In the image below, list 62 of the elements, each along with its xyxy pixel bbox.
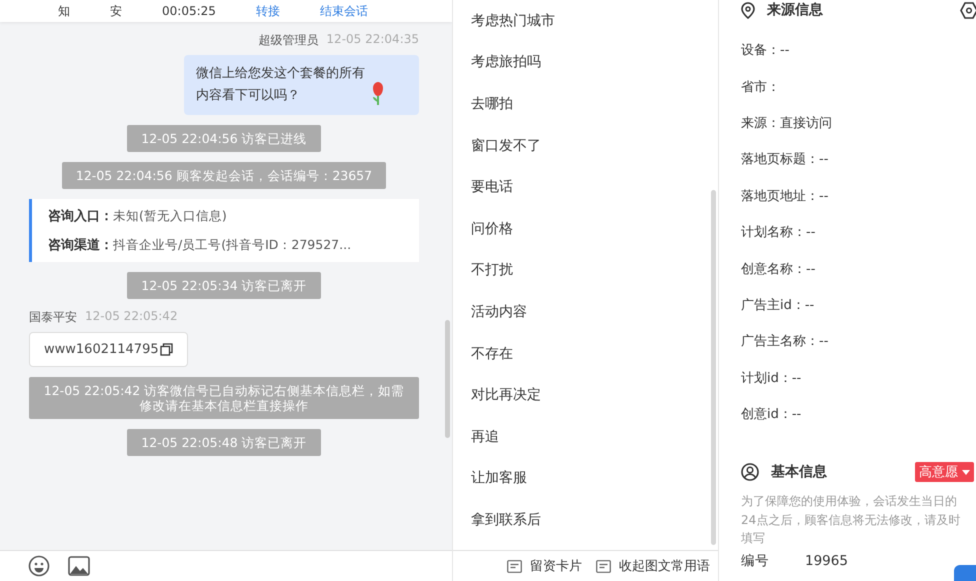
info-field-text: 来源：直接访问 (741, 114, 832, 132)
quick-reply-item[interactable]: 再追 (453, 416, 517, 458)
emoji-icon[interactable] (28, 555, 50, 577)
settings-icon[interactable] (960, 2, 976, 18)
floating-button[interactable] (954, 565, 976, 581)
sender-name: 国泰平安 (29, 309, 77, 326)
user-icon (741, 463, 759, 482)
sender-name: 超级管理员 (258, 32, 318, 49)
header-text: 00:05:25 (162, 4, 216, 18)
info-field-text: 设备：-- (741, 42, 790, 60)
location-pin-icon (741, 2, 755, 18)
caret-icon (962, 470, 970, 475)
intent-tag-dropdown[interactable]: 高意愿 (915, 462, 974, 482)
quick-reply-item[interactable]: 不打扰 (453, 250, 531, 292)
message-text: 微信上给您发这个套餐的所有内容看下可以吗？ (196, 65, 366, 105)
field-value: 19965 (805, 552, 848, 569)
quick-reply-item[interactable]: 去哪拍 (453, 83, 531, 125)
quick-reply-item[interactable]: 窗口发不了 (453, 124, 559, 166)
quick-reply-item[interactable]: 考虑热门城市 (453, 0, 573, 42)
quick-reply-item[interactable]: 考虑旅拍吗 (453, 42, 559, 84)
info-label: 咨询渠道： (48, 238, 113, 253)
header-text: 知 (58, 2, 70, 20)
system-message: 12-05 22:05:48 访客已离开 (127, 429, 321, 456)
info-field-text: 计划id：-- (741, 370, 802, 387)
info-field-text: 省市： (741, 78, 780, 96)
section-title: 基本信息 (771, 463, 827, 482)
info-value: 抖音企业号/员工号(抖音号ID：279527... (113, 237, 352, 252)
info-field-text: 广告主名称：-- (741, 333, 828, 350)
quick-reply-item[interactable]: 要电话 (453, 166, 531, 208)
system-message: 12-05 22:04:56 顾客发起会话，会话编号：23657 (62, 162, 386, 189)
message-time: 12-05 22:04:35 (326, 32, 419, 48)
info-field-text: 计划名称：-- (741, 224, 816, 242)
image-icon[interactable] (68, 556, 90, 576)
header-action-link[interactable]: 转接 (256, 2, 280, 20)
document-icon[interactable] (596, 560, 611, 572)
message-time: 12-05 22:05:42 (85, 309, 178, 325)
header-action-link[interactable]: 结束会话 (320, 2, 368, 20)
quick-reply-item[interactable]: 不存在 (453, 332, 531, 374)
footer-action-button[interactable]: 留资卡片 (530, 557, 582, 575)
info-field-text: 落地页地址：-- (741, 188, 828, 205)
field-label: 编号 (741, 552, 769, 570)
header-text: 安 (110, 2, 122, 20)
system-message: 12-05 22:04:56 访客已进线 (127, 125, 321, 152)
quick-reply-item[interactable]: 让加客服 (453, 458, 545, 500)
system-message: 12-05 22:05:34 访客已离开 (127, 272, 321, 299)
quick-reply-item[interactable]: 拿到联系后 (453, 499, 559, 541)
info-field-text: 创意名称：-- (741, 260, 816, 278)
info-field-text: 创意id：-- (741, 406, 802, 424)
system-message: 12-05 22:05:42 访客微信号已自动标记右侧基本信息栏，如需修改请在基本信息栏直接操作 (29, 377, 419, 419)
info-field-text: 广告主id：-- (741, 296, 814, 314)
info-field-text: 落地页标题：-- (741, 151, 828, 168)
info-label: 咨询入口： (48, 209, 113, 224)
footer-action-button[interactable]: 收起图文常用语 (619, 557, 710, 575)
quick-reply-item[interactable]: 对比再决定 (453, 374, 559, 416)
notice-text: 为了保障您的使用体验，会话发生当日的24点之后，顾客信息将无法修改，请及时填写 (741, 493, 962, 548)
document-icon[interactable] (507, 560, 522, 572)
section-title: 来源信息 (767, 1, 823, 19)
info-value: 未知(暂无入口信息) (113, 208, 227, 223)
quick-reply-item[interactable]: 活动内容 (453, 291, 545, 333)
copy-icon[interactable] (160, 343, 173, 356)
message-text: www1602114795 (44, 342, 159, 357)
quick-reply-item[interactable]: 问价格 (453, 208, 531, 250)
